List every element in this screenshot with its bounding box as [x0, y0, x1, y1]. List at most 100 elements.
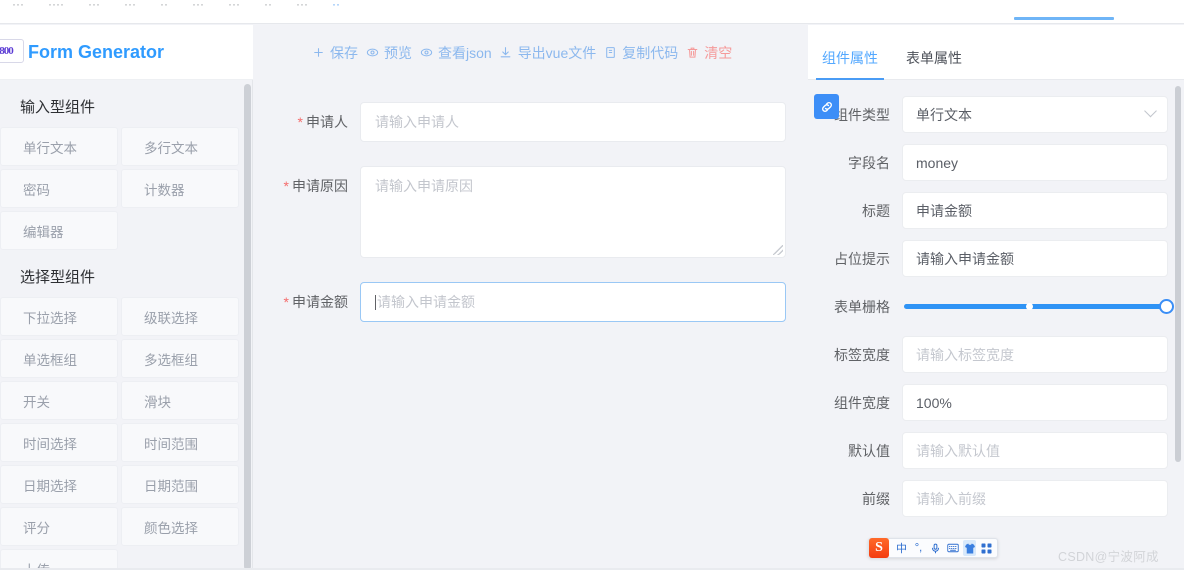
- property-control-component_type: 单行文本: [902, 96, 1168, 133]
- top-nav-item-4[interactable]: ··: [148, 0, 180, 11]
- palette-item-开关[interactable]: 开关: [0, 381, 118, 420]
- top-nav-item-1[interactable]: ····: [36, 0, 76, 11]
- property-input-text: 请输入申请金额: [916, 250, 1014, 267]
- component-palette-sidebar[interactable]: 输入型组件单行文本 多行文本密码 计数器 编辑器选择型组件下拉选择 级联选择 单选框组 多选…: [0, 80, 253, 570]
- palette-item-下拉选择[interactable]: 下拉选择: [0, 297, 118, 336]
- toolbar-button-label: 复制代码: [622, 44, 679, 61]
- property-input-component_type[interactable]: 单行文本: [902, 96, 1168, 133]
- form-textarea-placeholder: 请输入申请原因: [375, 178, 473, 194]
- toolbar-button-3[interactable]: 导出vue文件: [499, 43, 596, 63]
- property-input-prefix[interactable]: 请输入前缀: [902, 480, 1168, 517]
- form-input-placeholder: 请输入申请人: [375, 114, 459, 130]
- palette-item-颜色选择[interactable]: 颜色选择: [121, 507, 239, 546]
- palette-item-label: 密码: [23, 182, 50, 198]
- property-row-field_name: 字段名 money: [808, 144, 1184, 181]
- property-input-title[interactable]: 申请金额: [902, 192, 1168, 229]
- chinese-mode-button[interactable]: 中: [895, 540, 908, 556]
- microphone-icon[interactable]: [929, 540, 942, 556]
- form-field-0[interactable]: * 申请人 请输入申请人: [254, 102, 808, 142]
- property-input-field_name[interactable]: money: [902, 144, 1168, 181]
- apps-grid-icon[interactable]: [980, 540, 993, 556]
- download-icon: [499, 46, 513, 60]
- property-label-prefix: 前缀: [862, 490, 890, 507]
- property-input-placeholder[interactable]: 请输入申请金额: [902, 240, 1168, 277]
- palette-item-时间选择[interactable]: 时间选择: [0, 423, 118, 462]
- toolbar-button-1[interactable]: 预览: [365, 43, 412, 63]
- palette-item-日期范围[interactable]: 日期范围: [121, 465, 239, 504]
- top-nav-items[interactable]: ··· ···· ··· ··· ·· ··· ··· ·· ··· ··: [0, 0, 1184, 17]
- property-control-title: 申请金额: [902, 192, 1168, 229]
- palette-item-单选框组[interactable]: 单选框组: [0, 339, 118, 378]
- property-input-default_value[interactable]: 请输入默认值: [902, 432, 1168, 469]
- slider-track[interactable]: [904, 299, 1174, 314]
- eye-icon: [419, 46, 433, 60]
- property-control-component_width: 100%: [902, 384, 1168, 421]
- property-input-component_width[interactable]: 100%: [902, 384, 1168, 421]
- palette-item-评分[interactable]: 评分: [0, 507, 118, 546]
- palette-item-时间范围[interactable]: 时间范围: [121, 423, 239, 462]
- top-nav-item-8[interactable]: ···: [284, 0, 320, 11]
- component-properties-panel[interactable]: 组件类型 单行文本 字段名 money 标题 申请金额 占位提示 请输入申请金额 表单栅格 标签宽…: [808, 80, 1184, 570]
- top-nav-item-5[interactable]: ···: [180, 0, 216, 11]
- sogou-logo-icon[interactable]: S: [869, 538, 889, 558]
- palette-item-级联选择[interactable]: 级联选择: [121, 297, 239, 336]
- copy-icon: [603, 46, 617, 60]
- top-nav-item-0[interactable]: ···: [0, 0, 36, 11]
- required-asterisk: *: [283, 178, 289, 194]
- palette-item-label: 单行文本: [23, 140, 77, 156]
- form-input-申请人[interactable]: 请输入申请人: [360, 102, 786, 142]
- form-grid-slider[interactable]: [902, 288, 1174, 325]
- properties-scrollbar[interactable]: [1175, 86, 1181, 462]
- sidebar-scrollbar[interactable]: [244, 84, 251, 570]
- property-input-label_width[interactable]: 请输入标签宽度: [902, 336, 1168, 373]
- form-field-label: * 申请金额: [254, 282, 360, 312]
- property-row-label_width: 标签宽度 请输入标签宽度: [808, 336, 1184, 373]
- property-input-text: 100%: [916, 394, 952, 411]
- palette-item-多行文本[interactable]: 多行文本: [121, 127, 239, 166]
- sidebar-group-title-0: 输入型组件: [20, 99, 96, 116]
- properties-tab-0[interactable]: 组件属性: [808, 48, 892, 80]
- chevron-down-icon[interactable]: [1144, 104, 1157, 117]
- toolbar-button-label: 预览: [384, 44, 412, 61]
- punctuation-mode-button[interactable]: °,: [912, 540, 925, 556]
- palette-item-单行文本[interactable]: 单行文本: [0, 127, 118, 166]
- property-label-title: 标题: [862, 202, 890, 219]
- form-field-1[interactable]: * 申请原因 请输入申请原因: [254, 166, 808, 258]
- palette-item-label: 颜色选择: [144, 520, 198, 536]
- form-canvas[interactable]: * 申请人 请输入申请人 * 申请原因 请输入申请原因 * 申请金额 请输入申请金额: [254, 80, 808, 570]
- top-nav-item-6[interactable]: ···: [216, 0, 252, 11]
- property-control-placeholder: 请输入申请金额: [902, 240, 1168, 277]
- form-input-申请金额[interactable]: 请输入申请金额: [360, 282, 786, 322]
- palette-item-密码[interactable]: 密码: [0, 169, 118, 208]
- properties-tab-1[interactable]: 表单属性: [892, 48, 976, 79]
- toolbar-button-0[interactable]: 保存: [311, 43, 358, 63]
- sidebar-group-title-1: 选择型组件: [20, 269, 96, 286]
- palette-item-滑块[interactable]: 滑块: [121, 381, 239, 420]
- textarea-resize-handle[interactable]: [773, 245, 783, 255]
- toolbar-button-4[interactable]: 复制代码: [603, 43, 678, 63]
- palette-item-计数器[interactable]: 计数器: [121, 169, 239, 208]
- palette-item-label: 日期选择: [23, 478, 77, 494]
- skin-icon[interactable]: [963, 540, 976, 556]
- sogou-ime-toolbar[interactable]: S 中 °,: [868, 538, 998, 558]
- form-field-2[interactable]: * 申请金额 请输入申请金额: [254, 282, 808, 322]
- property-control-grid: [902, 288, 1174, 325]
- trash-icon: [685, 46, 699, 60]
- palette-item-label: 多选框组: [144, 352, 198, 368]
- top-nav-item-3[interactable]: ···: [112, 0, 148, 11]
- soft-keyboard-icon[interactable]: [946, 540, 959, 556]
- form-textarea-申请原因[interactable]: 请输入申请原因: [360, 166, 786, 258]
- property-input-text: 申请金额: [916, 202, 972, 219]
- slider-handle[interactable]: [1158, 299, 1174, 314]
- palette-item-编辑器[interactable]: 编辑器: [0, 211, 118, 250]
- toolbar-button-5[interactable]: 清空: [685, 43, 732, 63]
- palette-item-日期选择[interactable]: 日期选择: [0, 465, 118, 504]
- palette-item-上传[interactable]: 上传: [0, 549, 118, 570]
- property-row-placeholder: 占位提示 请输入申请金额: [808, 240, 1184, 277]
- top-nav-item-7[interactable]: ··: [252, 0, 284, 11]
- form-field-label: * 申请原因: [254, 166, 360, 196]
- toolbar-button-2[interactable]: 查看json: [419, 43, 492, 63]
- top-nav-item-2[interactable]: ···: [76, 0, 112, 11]
- palette-item-多选框组[interactable]: 多选框组: [121, 339, 239, 378]
- top-nav-item-9[interactable]: ··: [320, 0, 352, 11]
